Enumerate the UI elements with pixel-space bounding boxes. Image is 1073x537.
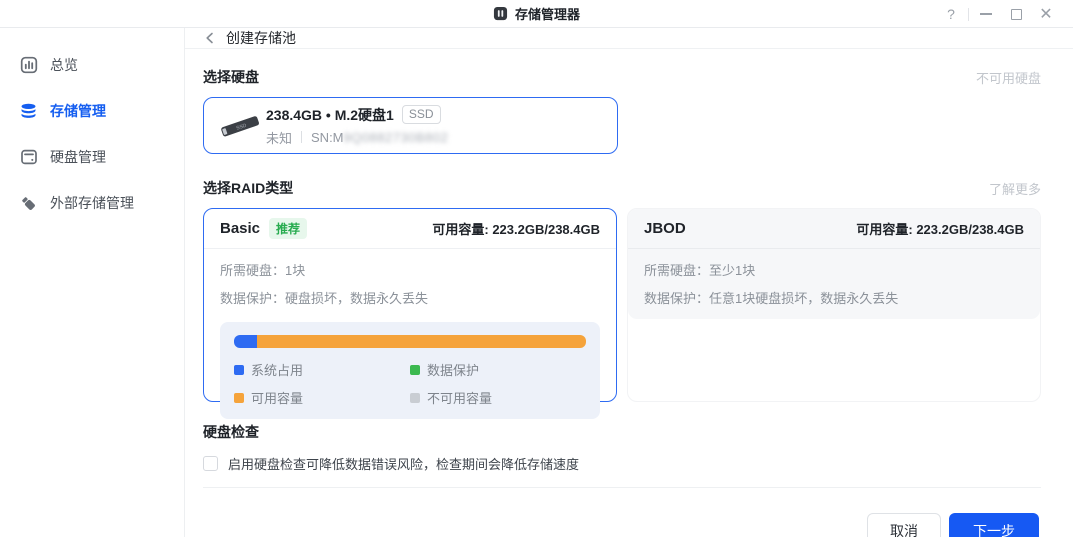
disk-info: 238.4GB • M.2硬盘1 SSD 未知 SN:M 9Q0882730B8… — [266, 105, 448, 147]
capacity-bar-system-segment — [234, 335, 257, 348]
legend-swatch-protection — [410, 365, 420, 375]
raid-name: JBOD — [644, 220, 686, 237]
sidebar-item-label: 硬盘管理 — [50, 147, 106, 167]
maximize-button[interactable] — [1001, 0, 1031, 28]
minimize-icon — [980, 13, 992, 15]
disk-check-heading: 硬盘检查 — [203, 422, 259, 442]
raid-description: 所需硬盘：1块 数据保护：硬盘损坏，数据永久丢失 — [204, 249, 616, 313]
titlebar-title-group: 存储管理器 — [493, 4, 580, 23]
capacity-bar — [234, 335, 586, 348]
capacity-bar-available-segment — [257, 335, 586, 348]
app-title: 存储管理器 — [515, 4, 580, 23]
disk-check-row: 启用硬盘检查可降低数据错误风险，检查期间会降低存储速度 — [203, 454, 1041, 473]
storage-management-icon — [19, 102, 38, 121]
legend-item: 数据保护 — [410, 360, 586, 379]
sidebar-item-external-storage[interactable]: 外部存储管理 — [0, 180, 184, 226]
raid-card-header: JBOD 可用容量: 223.2GB/238.4GB — [628, 209, 1040, 249]
storage-manager-window: 存储管理器 ? ✕ 总览 — [0, 0, 1073, 537]
raid-cards: Basic 推荐 可用容量: 223.2GB/238.4GB 所需硬盘：1块 数… — [203, 208, 1041, 402]
raid-capacity: 可用容量: 223.2GB/238.4GB — [432, 219, 600, 238]
legend-swatch-unavailable — [410, 393, 420, 403]
legend-swatch-system — [234, 365, 244, 375]
sidebar-item-label: 总览 — [50, 55, 78, 75]
legend-label: 数据保护 — [427, 360, 479, 379]
legend-label: 可用容量 — [251, 388, 303, 407]
capacity-panel: 系统占用 数据保护 可用容量 — [220, 322, 600, 419]
titlebar-divider — [968, 8, 969, 21]
disk-check-label: 启用硬盘检查可降低数据错误风险，检查期间会降低存储速度 — [228, 454, 579, 473]
select-disk-heading: 选择硬盘 — [203, 67, 259, 87]
legend-label: 系统占用 — [251, 360, 303, 379]
raid-card-basic[interactable]: Basic 推荐 可用容量: 223.2GB/238.4GB 所需硬盘：1块 数… — [203, 208, 617, 402]
disk-title: 238.4GB • M.2硬盘1 — [266, 105, 394, 125]
disk-card[interactable]: SSD 238.4GB • M.2硬盘1 SSD 未知 SN:M — [203, 97, 618, 154]
minimize-button[interactable] — [971, 0, 1001, 28]
chevron-left-icon — [203, 31, 217, 45]
raid-data-protection: 数据保护：硬盘损坏，数据永久丢失 — [220, 285, 600, 313]
recommended-badge: 推荐 — [269, 218, 307, 239]
disk-divider — [301, 131, 302, 143]
maximize-icon — [1011, 9, 1022, 20]
legend-label: 不可用容量 — [427, 388, 492, 407]
storage-app-icon — [493, 6, 508, 21]
raid-name: Basic — [220, 220, 260, 237]
raid-data-protection: 数据保护：任意1块硬盘损坏，数据永久丢失 — [644, 285, 1024, 313]
disk-type-tag: SSD — [402, 105, 441, 124]
legend-item: 系统占用 — [234, 360, 410, 379]
raid-card-body: JBOD 可用容量: 223.2GB/238.4GB 所需硬盘：至少1块 数据保… — [628, 209, 1040, 319]
external-storage-icon — [19, 194, 38, 213]
raid-description: 所需硬盘：至少1块 数据保护：任意1块硬盘损坏，数据永久丢失 — [628, 249, 1040, 313]
learn-more-link[interactable]: 了解更多 — [989, 179, 1041, 198]
legend-item: 不可用容量 — [410, 388, 586, 407]
capacity-legend: 系统占用 数据保护 可用容量 — [234, 360, 586, 407]
footer: 取消 下一步 — [203, 513, 1041, 537]
disk-serial-redacted: 9Q0882730B802 — [344, 130, 449, 145]
unavailable-disks-link[interactable]: 不可用硬盘 — [976, 68, 1041, 87]
select-disk-section-header: 选择硬盘 不可用硬盘 — [203, 67, 1041, 87]
disk-serial-prefix: SN:M — [311, 130, 344, 145]
main-panel: 创建存储池 选择硬盘 不可用硬盘 SSD — [185, 28, 1073, 537]
back-button[interactable] — [203, 31, 217, 45]
disk-check-section-header: 硬盘检查 — [203, 422, 1041, 442]
disk-management-icon — [19, 148, 38, 167]
close-button[interactable]: ✕ — [1031, 0, 1061, 28]
sidebar-item-overview[interactable]: 总览 — [0, 42, 184, 88]
next-button[interactable]: 下一步 — [949, 513, 1039, 537]
raid-heading: 选择RAID类型 — [203, 178, 293, 198]
titlebar: 存储管理器 ? ✕ — [0, 0, 1073, 28]
raid-card-jbod[interactable]: JBOD 可用容量: 223.2GB/238.4GB 所需硬盘：至少1块 数据保… — [627, 208, 1041, 402]
legend-swatch-available — [234, 393, 244, 403]
content: 选择硬盘 不可用硬盘 SSD — [185, 49, 1073, 537]
sidebar-item-storage-management[interactable]: 存储管理 — [0, 88, 184, 134]
sidebar-item-label: 存储管理 — [50, 101, 106, 121]
raid-section-header: 选择RAID类型 了解更多 — [203, 178, 1041, 198]
disk-check-checkbox[interactable] — [203, 456, 218, 471]
sidebar-item-disk-management[interactable]: 硬盘管理 — [0, 134, 184, 180]
page-header: 创建存储池 — [185, 28, 1073, 49]
window-controls: ? ✕ — [936, 0, 1061, 28]
disk-status: 未知 — [266, 128, 292, 147]
overview-icon — [19, 56, 38, 75]
sidebar-item-label: 外部存储管理 — [50, 193, 134, 213]
page-title: 创建存储池 — [226, 28, 296, 48]
raid-required-disks: 所需硬盘：至少1块 — [644, 257, 1024, 285]
m2-ssd-icon: SSD — [214, 110, 266, 142]
cancel-button[interactable]: 取消 — [867, 513, 941, 537]
help-button[interactable]: ? — [936, 0, 966, 28]
sidebar: 总览 存储管理 — [0, 28, 185, 537]
raid-capacity: 可用容量: 223.2GB/238.4GB — [856, 219, 1024, 238]
legend-item: 可用容量 — [234, 388, 410, 407]
footer-divider — [203, 487, 1041, 488]
raid-required-disks: 所需硬盘：1块 — [220, 257, 600, 285]
raid-card-header: Basic 推荐 可用容量: 223.2GB/238.4GB — [204, 209, 616, 249]
